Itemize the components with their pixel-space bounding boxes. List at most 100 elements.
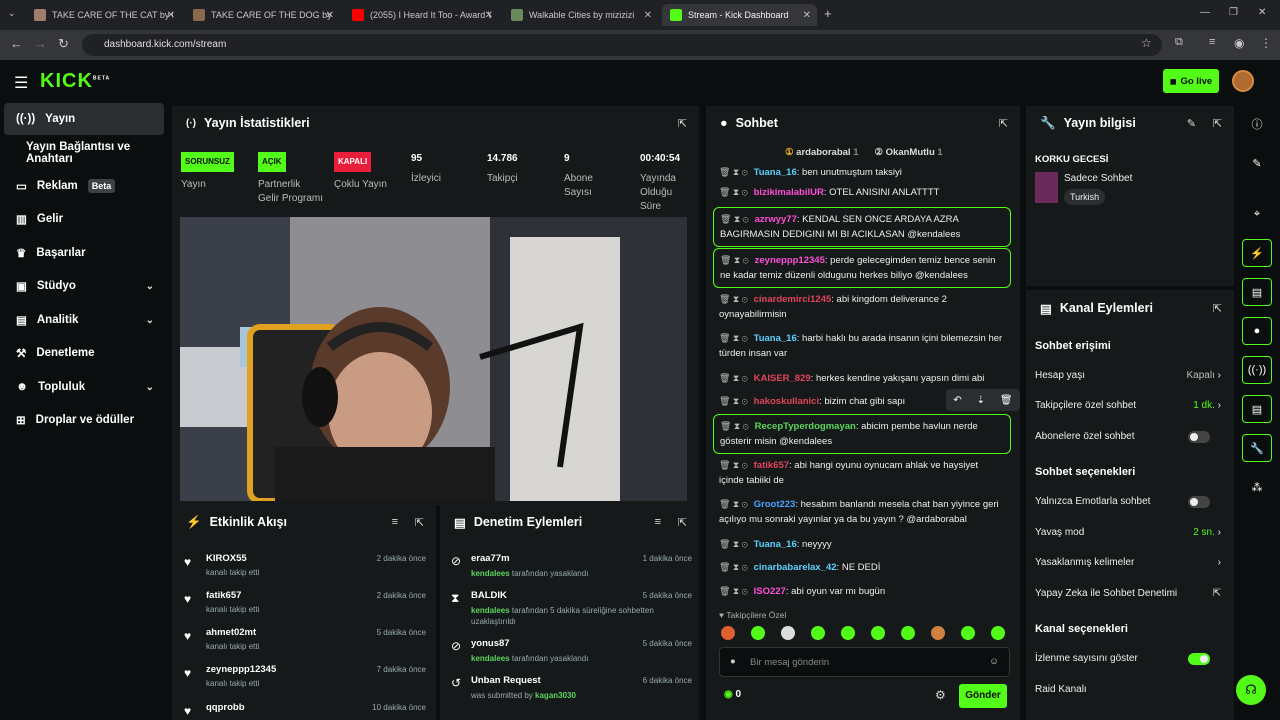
activity-user[interactable]: KIROX55 — [206, 553, 247, 564]
gifter-1[interactable]: ① ardaborabal 1 — [785, 147, 859, 158]
go-live-button[interactable]: ◼ Go live — [1163, 69, 1219, 93]
chat-message[interactable]: 🗑 ⧗ ⊙ KAISER_829: herkes kendine yakışanı… — [713, 371, 1011, 386]
hamburger-menu-icon[interactable]: ☰ — [14, 73, 28, 93]
emote-icon[interactable] — [841, 626, 855, 640]
popout-icon[interactable]: ⇱ — [1213, 302, 1222, 315]
sidebar-item-topluluk[interactable]: ☻ Topluluk ⌄ — [4, 371, 164, 403]
profile-icon[interactable]: ◉ — [1234, 36, 1244, 50]
edit-icon[interactable]: ✎ — [1242, 149, 1272, 177]
chat-username[interactable]: zeyneppp12345 — [755, 255, 825, 266]
mod-tools-icon[interactable]: 🗑 ⧗ ⊙ — [719, 562, 748, 572]
chat-message[interactable]: 🗑 ⧗ ⊙ Groot223: hesabım banlandı mesela c… — [713, 497, 1011, 527]
chat-message[interactable]: 🗑 ⧗ ⊙ ISO227: abi oyun var mı bugün — [713, 584, 1011, 599]
emote-icon[interactable] — [811, 626, 825, 640]
followers-only-row[interactable]: Takipçilere özel sohbet 1 dk. › — [1035, 400, 1225, 411]
minimize-icon[interactable]: — — [1200, 7, 1210, 18]
chat-username[interactable]: cinardemirci1245 — [754, 294, 832, 305]
sidebar-item-reklam[interactable]: ▭ Reklam Beta — [4, 170, 164, 202]
close-icon[interactable]: ✕ — [644, 10, 652, 21]
actions-rail-icon[interactable]: ▤ — [1242, 395, 1272, 423]
mod-target[interactable]: eraa77m — [471, 553, 510, 564]
send-button[interactable]: Gönder — [959, 684, 1007, 708]
sidebar-item-denetleme[interactable]: ⚒ Denetleme — [4, 337, 164, 369]
chat-message[interactable]: 🗑 ⧗ ⊙ zeyneppp12345: perde gelecegimden t… — [713, 248, 1011, 288]
chat-username[interactable]: Tuana_16 — [754, 333, 797, 344]
stream-preview[interactable] — [180, 217, 687, 501]
mod-tools-icon[interactable]: 🗑 ⧗ ⊙ — [719, 499, 748, 509]
category-name[interactable]: Sadece Sohbet — [1064, 173, 1132, 184]
kick-points[interactable]: ◉ 0 — [724, 689, 741, 700]
chat-message[interactable]: 🗑 ⧗ ⊙ RecepTyperdogmayan: abicim pembe ha… — [713, 414, 1011, 454]
mod-target[interactable]: BALDIK — [471, 590, 507, 601]
popout-icon[interactable]: ⇱ — [1213, 117, 1222, 130]
emote-icon[interactable] — [931, 626, 945, 640]
new-tab-icon[interactable]: + — [824, 6, 832, 21]
browser-menu-icon[interactable]: ⋮ — [1260, 36, 1272, 50]
media-icon[interactable]: ≡ — [1209, 36, 1215, 48]
mod-tools-icon[interactable]: 🗑 ⧗ ⊙ — [719, 586, 748, 596]
chat-username[interactable]: RecepTyperdogmayan — [755, 421, 856, 432]
popout-icon[interactable]: ⇱ — [999, 117, 1008, 130]
tab-search-icon[interactable]: ⌄ — [8, 8, 16, 19]
chat-username[interactable]: hakoskullanici — [754, 396, 819, 407]
chat-message[interactable]: 🗑 ⧗ ⊙ cinarbabarelax_42: NE DEDİ — [713, 560, 1011, 575]
browser-tab-3[interactable]: (2055) I Heard It Too - Award W ✕ — [344, 4, 499, 26]
activity-user[interactable]: ahmet02mt — [206, 627, 256, 638]
ai-moderation-row[interactable]: Yapay Zeka ile Sohbet Denetimi ⇱ — [1035, 588, 1225, 599]
support-headset-icon[interactable]: ☊ — [1236, 675, 1266, 705]
browser-tab-1[interactable]: TAKE CARE OF THE CAT by bo ✕ — [26, 4, 181, 26]
popout-icon[interactable]: ⇱ — [678, 516, 687, 529]
account-age-row[interactable]: Hesap yaşı Kapalı › — [1035, 370, 1225, 381]
mod-tools-icon[interactable]: 🗑 ⧗ ⊙ — [719, 396, 748, 406]
subs-only-toggle[interactable] — [1188, 431, 1210, 443]
wrench-rail-icon[interactable]: 🔧 — [1242, 434, 1272, 462]
apps-icon[interactable]: ⁂ — [1242, 473, 1272, 501]
close-icon[interactable]: ✕ — [803, 10, 811, 21]
edit-pencil-icon[interactable]: ✎ — [1187, 117, 1196, 130]
mod-tools-icon[interactable]: 🗑 ⧗ ⊙ — [719, 167, 748, 177]
mod-target[interactable]: Unban Request — [471, 675, 541, 686]
chat-input[interactable]: ● Bir mesaj gönderin ☺ — [719, 647, 1010, 677]
forward-icon[interactable]: → — [34, 36, 47, 51]
clipboard-rail-icon[interactable]: ▤ — [1242, 278, 1272, 306]
mod-tools-icon[interactable]: 🗑 ⧗ ⊙ — [720, 255, 749, 265]
kick-logo[interactable]: KICKBETA — [40, 70, 110, 93]
popout-icon[interactable]: ⇱ — [415, 516, 424, 529]
sidebar-item-yayin[interactable]: ((·)) Yayın — [4, 103, 164, 135]
mod-tools-icon[interactable]: 🗑 ⧗ ⊙ — [720, 214, 749, 224]
mod-tools-icon[interactable]: 🗑 ⧗ ⊙ — [719, 333, 748, 343]
broadcast-rail-icon[interactable]: ((·)) — [1242, 356, 1272, 384]
mod-tools-icon[interactable]: 🗑 ⧗ ⊙ — [719, 460, 748, 470]
chat-message[interactable]: 🗑 ⧗ ⊙ azrwyy77: KENDAL SEN ONCE ARDAYA AZ… — [713, 207, 1011, 247]
emote-icon[interactable] — [901, 626, 915, 640]
chat-username[interactable]: bizikimalabilUR — [754, 187, 824, 198]
mod-tools-icon[interactable]: 🗑 ⧗ ⊙ — [719, 539, 748, 549]
emote-icon[interactable] — [781, 626, 795, 640]
chat-message[interactable]: 🗑 ⧗ ⊙ Tuana_16: neyyyy — [713, 537, 1011, 552]
close-icon[interactable]: ✕ — [485, 10, 493, 21]
sidebar-item-gelir[interactable]: ▥ Gelir — [4, 203, 164, 235]
emote-icon[interactable] — [871, 626, 885, 640]
chat-rail-icon[interactable]: ● — [1242, 317, 1272, 345]
info-icon[interactable]: ⓘ — [1242, 110, 1272, 138]
mod-tools-icon[interactable]: 🗑 ⧗ ⊙ — [719, 294, 748, 304]
delete-icon[interactable]: 🗑 — [1000, 395, 1013, 406]
emote-icon[interactable] — [751, 626, 765, 640]
chat-message[interactable]: 🗑 ⧗ ⊙ fatik657: abi hangi oyunu oynucam a… — [713, 458, 1011, 488]
lightning-rail-icon[interactable]: ⚡ — [1242, 239, 1272, 267]
chat-username[interactable]: fatik657 — [754, 460, 789, 471]
chat-message[interactable]: 🗑 ⧗ ⊙ Tuana_16: harbi haklı bu arada insa… — [713, 331, 1011, 361]
filter-icon[interactable]: ≡ — [655, 516, 661, 528]
chat-settings-gear-icon[interactable]: ⚙ — [935, 688, 946, 702]
viewcount-toggle[interactable] — [1188, 653, 1210, 665]
sidebar-item-analitik[interactable]: ▤ Analitik ⌄ — [4, 304, 164, 336]
browser-tab-active[interactable]: Stream - Kick Dashboard ✕ — [662, 4, 817, 26]
browser-tab-4[interactable]: Walkable Cities by mizizizi ✕ — [503, 4, 658, 26]
chat-username[interactable]: Tuana_16 — [754, 167, 797, 178]
reply-icon[interactable]: ↶ — [953, 395, 961, 406]
emoji-icon[interactable]: ☺ — [989, 656, 999, 667]
raid-channel-row[interactable]: Raid Kanalı — [1035, 684, 1225, 695]
emote-only-toggle[interactable] — [1188, 496, 1210, 508]
back-icon[interactable]: ← — [10, 36, 23, 51]
filter-icon[interactable]: ≡ — [392, 516, 398, 528]
